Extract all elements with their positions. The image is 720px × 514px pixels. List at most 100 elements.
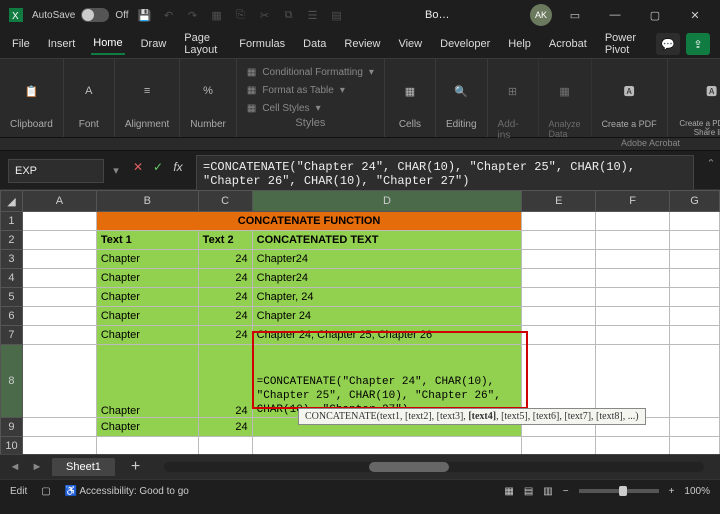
zoom-slider[interactable] bbox=[579, 489, 659, 493]
name-box-dropdown-icon[interactable]: ▾ bbox=[108, 159, 124, 181]
zoom-in-icon[interactable]: + bbox=[669, 486, 675, 497]
cell-D7[interactable]: Chapter 24, Chapter 25, Chapter 26 bbox=[252, 326, 522, 345]
qat-icon-4[interactable]: ⧉ bbox=[281, 7, 297, 23]
enter-icon[interactable]: ✓ bbox=[150, 159, 166, 175]
qat-icon-3[interactable]: ✂ bbox=[257, 7, 273, 23]
ribbon-options-icon[interactable]: ▭ bbox=[558, 2, 592, 28]
menu-page-layout[interactable]: Page Layout bbox=[182, 28, 223, 60]
conditional-formatting-button[interactable]: ▦ Conditional Formatting ▾ bbox=[247, 63, 374, 81]
qat-icon-2[interactable]: ⎘ bbox=[233, 7, 249, 23]
font-icon[interactable]: A bbox=[74, 76, 104, 106]
redo-icon[interactable]: ↷ bbox=[185, 7, 201, 23]
menu-review[interactable]: Review bbox=[342, 34, 382, 54]
cell-D6[interactable]: Chapter 24 bbox=[252, 307, 522, 326]
alignment-icon[interactable]: ≡ bbox=[132, 76, 162, 106]
cells-icon[interactable]: ▦ bbox=[395, 76, 425, 106]
scrollbar-thumb[interactable] bbox=[369, 462, 449, 472]
cell-C5[interactable]: 24 bbox=[198, 288, 252, 307]
save-icon[interactable]: 💾 bbox=[137, 7, 153, 23]
menu-file[interactable]: File bbox=[10, 34, 32, 54]
share-pdf-icon[interactable]: 🅰 bbox=[697, 76, 720, 106]
cell-B5[interactable]: Chapter bbox=[96, 288, 198, 307]
undo-icon[interactable]: ↶ bbox=[161, 7, 177, 23]
spreadsheet-grid[interactable]: ◢ A B C D E F G 1 CONCATENATE FUNCTION 2 T… bbox=[0, 190, 720, 454]
maximize-icon[interactable]: ▢ bbox=[638, 2, 672, 28]
row-10[interactable]: 10 bbox=[1, 437, 23, 455]
cell-D5[interactable]: Chapter, 24 bbox=[252, 288, 522, 307]
zoom-out-icon[interactable]: − bbox=[563, 486, 569, 497]
cell-C4[interactable]: 24 bbox=[198, 269, 252, 288]
row-3[interactable]: 3 bbox=[1, 250, 23, 269]
expand-formula-icon[interactable]: ⌃ bbox=[702, 151, 720, 170]
row-9[interactable]: 9 bbox=[1, 418, 23, 437]
cell-C3[interactable]: 24 bbox=[198, 250, 252, 269]
col-C[interactable]: C bbox=[198, 191, 252, 212]
view-break-icon[interactable]: ▥ bbox=[543, 486, 552, 497]
hdr-result[interactable]: CONCATENATED TEXT bbox=[252, 231, 522, 250]
qat-icon-6[interactable]: ▤ bbox=[329, 7, 345, 23]
cell-B8[interactable]: Chapter bbox=[96, 345, 198, 418]
cell-B6[interactable]: Chapter bbox=[96, 307, 198, 326]
share-button[interactable]: ⇪ bbox=[686, 33, 710, 55]
name-box[interactable]: EXP bbox=[8, 159, 104, 183]
title-cell[interactable]: CONCATENATE FUNCTION bbox=[96, 212, 522, 231]
hdr-text1[interactable]: Text 1 bbox=[96, 231, 198, 250]
col-A[interactable]: A bbox=[22, 191, 96, 212]
menu-data[interactable]: Data bbox=[301, 34, 328, 54]
new-sheet-button[interactable]: + bbox=[123, 458, 148, 476]
menu-developer[interactable]: Developer bbox=[438, 34, 492, 54]
cell-B9[interactable]: Chapter bbox=[96, 418, 198, 437]
toggle-icon[interactable] bbox=[81, 8, 109, 22]
cell-B4[interactable]: Chapter bbox=[96, 269, 198, 288]
sheet-prev-icon[interactable]: ◄ bbox=[8, 461, 22, 473]
zoom-level[interactable]: 100% bbox=[684, 486, 710, 497]
collapse-ribbon-icon[interactable]: ⌄ bbox=[703, 120, 712, 133]
menu-formulas[interactable]: Formulas bbox=[237, 34, 287, 54]
fx-icon[interactable]: fx bbox=[170, 159, 186, 175]
autosave-toggle[interactable]: AutoSave Off bbox=[32, 8, 129, 22]
paste-icon[interactable]: 📋 bbox=[16, 76, 46, 106]
select-all[interactable]: ◢ bbox=[1, 191, 23, 212]
cell-D8-editing[interactable]: =CONCATENATE("Chapter 24", CHAR(10), "Ch… bbox=[252, 345, 522, 418]
menu-help[interactable]: Help bbox=[506, 34, 533, 54]
qat-icon-1[interactable]: ▦ bbox=[209, 7, 225, 23]
col-B[interactable]: B bbox=[96, 191, 198, 212]
cancel-icon[interactable]: ✕ bbox=[130, 159, 146, 175]
row-2[interactable]: 2 bbox=[1, 231, 23, 250]
qat-icon-5[interactable]: ☰ bbox=[305, 7, 321, 23]
avatar[interactable]: AK bbox=[530, 4, 552, 26]
close-icon[interactable]: ✕ bbox=[678, 2, 712, 28]
row-4[interactable]: 4 bbox=[1, 269, 23, 288]
format-as-table-button[interactable]: ▦ Format as Table ▾ bbox=[247, 81, 374, 99]
cell-D4[interactable]: Chapter24 bbox=[252, 269, 522, 288]
cell-styles-button[interactable]: ▦ Cell Styles ▾ bbox=[247, 99, 374, 117]
minimize-icon[interactable]: — bbox=[598, 2, 632, 28]
col-F[interactable]: F bbox=[596, 191, 670, 212]
cell-B3[interactable]: Chapter bbox=[96, 250, 198, 269]
cell-C9[interactable]: 24 bbox=[198, 418, 252, 437]
row-6[interactable]: 6 bbox=[1, 307, 23, 326]
view-page-icon[interactable]: ▤ bbox=[524, 486, 533, 497]
col-G[interactable]: G bbox=[670, 191, 720, 212]
row-1[interactable]: 1 bbox=[1, 212, 23, 231]
menu-acrobat[interactable]: Acrobat bbox=[547, 34, 589, 54]
sheet-tab[interactable]: Sheet1 bbox=[52, 458, 115, 476]
menu-power-pivot[interactable]: Power Pivot bbox=[603, 28, 642, 60]
view-normal-icon[interactable]: ▦ bbox=[504, 486, 513, 497]
horizontal-scrollbar[interactable] bbox=[164, 462, 704, 472]
menu-view[interactable]: View bbox=[396, 34, 424, 54]
create-pdf-icon[interactable]: 🅰 bbox=[614, 76, 644, 106]
formula-input[interactable]: =CONCATENATE("Chapter 24", CHAR(10), "Ch… bbox=[196, 155, 694, 193]
sheet-next-icon[interactable]: ► bbox=[30, 461, 44, 473]
accessibility-status[interactable]: ♿ Accessibility: Good to go bbox=[65, 486, 189, 497]
editing-icon[interactable]: 🔍 bbox=[446, 76, 476, 106]
row-8[interactable]: 8 bbox=[1, 345, 23, 418]
cell-C8[interactable]: 24 bbox=[198, 345, 252, 418]
number-icon[interactable]: % bbox=[193, 76, 223, 106]
col-D[interactable]: D bbox=[252, 191, 522, 212]
macro-record-icon[interactable]: ▢ bbox=[41, 486, 50, 497]
menu-home[interactable]: Home bbox=[91, 33, 124, 55]
cell-C6[interactable]: 24 bbox=[198, 307, 252, 326]
hdr-text2[interactable]: Text 2 bbox=[198, 231, 252, 250]
col-E[interactable]: E bbox=[522, 191, 596, 212]
